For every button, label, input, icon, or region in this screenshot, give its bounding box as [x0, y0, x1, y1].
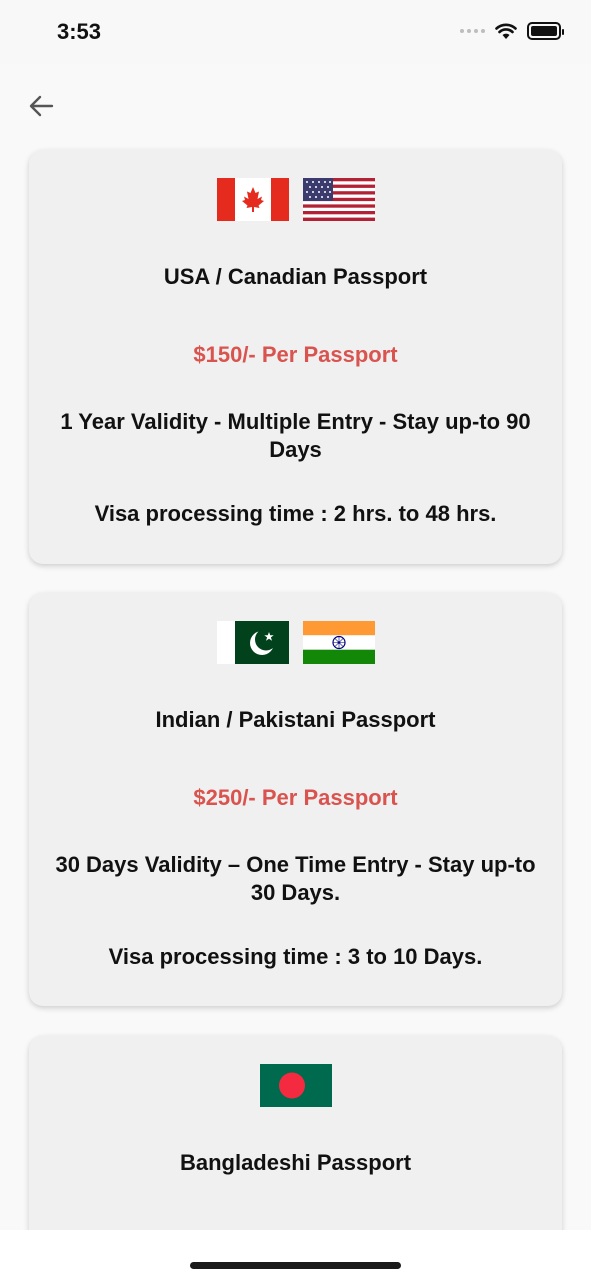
- card-price: $150/- Per Passport: [193, 342, 398, 367]
- card-validity: 30 Days Validity – One Time Entry - Stay…: [55, 852, 536, 905]
- passport-list[interactable]: USA / Canadian Passport $150/- Per Passp…: [0, 128, 591, 1230]
- home-indicator[interactable]: [190, 1262, 401, 1269]
- status-bar: 3:53: [0, 0, 591, 64]
- card-flags: [29, 1064, 562, 1108]
- passport-card-usa-canada[interactable]: USA / Canadian Passport $150/- Per Passp…: [29, 150, 562, 564]
- card-title: Indian / Pakistani Passport: [155, 707, 436, 732]
- cellular-signal-icon: [460, 29, 485, 33]
- battery-icon: [527, 22, 564, 40]
- card-validity: 1 Year Validity - Multiple Entry - Stay …: [60, 409, 531, 462]
- bangladesh-flag-icon: [259, 1064, 332, 1107]
- passport-card-india-pakistan[interactable]: Indian / Pakistani Passport $250/- Per P…: [29, 593, 562, 1006]
- wifi-icon: [495, 23, 517, 39]
- india-flag-icon: [302, 621, 375, 664]
- bottom-bar: [0, 1230, 591, 1280]
- card-price: $250/- Per Passport: [193, 785, 398, 810]
- pakistan-flag-icon: [216, 621, 289, 664]
- usa-flag-icon: [302, 178, 375, 221]
- card-title: USA / Canadian Passport: [163, 264, 428, 289]
- canada-flag-icon: [216, 178, 289, 221]
- back-button[interactable]: [26, 92, 58, 120]
- status-time: 3:53: [57, 19, 102, 44]
- card-title: Bangladeshi Passport: [179, 1150, 412, 1175]
- card-flags: [29, 178, 562, 222]
- card-flags: [29, 621, 562, 665]
- arrow-left-icon: [29, 95, 54, 117]
- passport-card-bangladesh[interactable]: Bangladeshi Passport: [29, 1036, 562, 1230]
- card-processing-time: Visa processing time : 2 hrs. to 48 hrs.: [94, 501, 497, 526]
- status-icons: [460, 22, 564, 40]
- card-processing-time: Visa processing time : 3 to 10 Days.: [108, 944, 483, 969]
